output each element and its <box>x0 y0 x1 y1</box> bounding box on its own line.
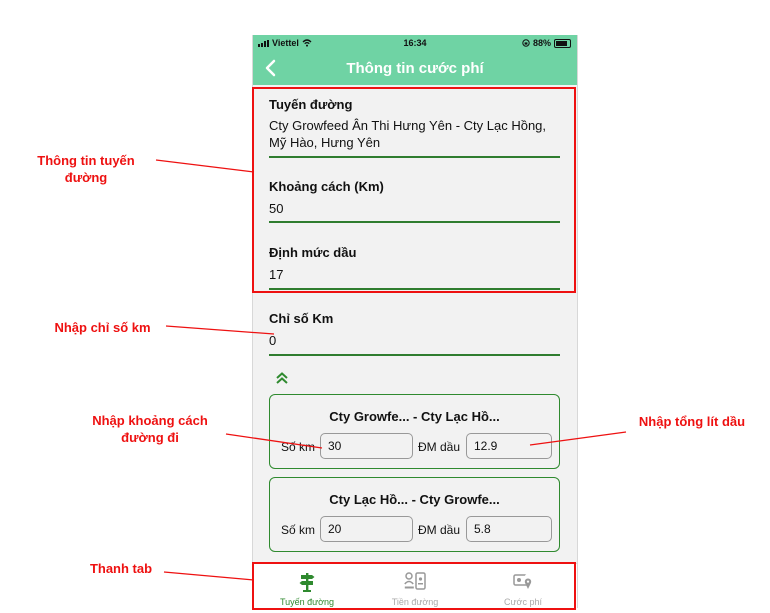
double-chevron-up-icon[interactable] <box>275 371 289 385</box>
fuel-label: ĐM dầu <box>418 523 461 537</box>
status-bar: Viettel 16:34 88% <box>253 35 577 51</box>
annotation-tab-bar: Thanh tab <box>89 561 153 576</box>
km-label: Số km <box>281 523 316 537</box>
segment-card: Cty Lạc Hồ... - Cty Growfe... Số km ĐM d… <box>269 477 560 552</box>
annotation-km-input: Nhập chỉ số km <box>54 320 151 335</box>
battery-percent: 88% <box>532 38 551 48</box>
segment-km-input[interactable] <box>320 516 413 542</box>
km-label: Số km <box>281 440 316 454</box>
segment-title: Cty Growfe... - Cty Lạc Hồ... <box>329 409 500 424</box>
route-info-highlight <box>252 87 576 293</box>
segment-title: Cty Lạc Hồ... - Cty Growfe... <box>329 492 500 507</box>
page-title: Thông tin cước phí <box>346 60 484 77</box>
km-index-field[interactable]: Chỉ số Km 0 <box>269 311 560 356</box>
tab-bar-highlight <box>252 562 576 610</box>
app-header: Thông tin cước phí <box>253 51 577 85</box>
km-index-label: Chỉ số Km <box>269 311 334 326</box>
km-index-value: 0 <box>269 333 277 348</box>
segment-km-input[interactable] <box>320 433 413 459</box>
annotation-route-info: Thông tin tuyến đường <box>37 153 135 185</box>
annotation-distance-input: Nhập khoảng cách đường đi <box>92 413 208 445</box>
fuel-label: ĐM dầu <box>418 440 461 454</box>
segment-card: Cty Growfe... - Cty Lạc Hồ... Số km ĐM d… <box>269 394 560 469</box>
annotation-fuel-input: Nhập tổng lít dầu <box>638 414 746 429</box>
orientation-lock-icon <box>522 39 530 47</box>
segment-fuel-input[interactable] <box>466 516 552 542</box>
battery-icon <box>554 38 571 48</box>
segment-fuel-input[interactable] <box>466 433 552 459</box>
